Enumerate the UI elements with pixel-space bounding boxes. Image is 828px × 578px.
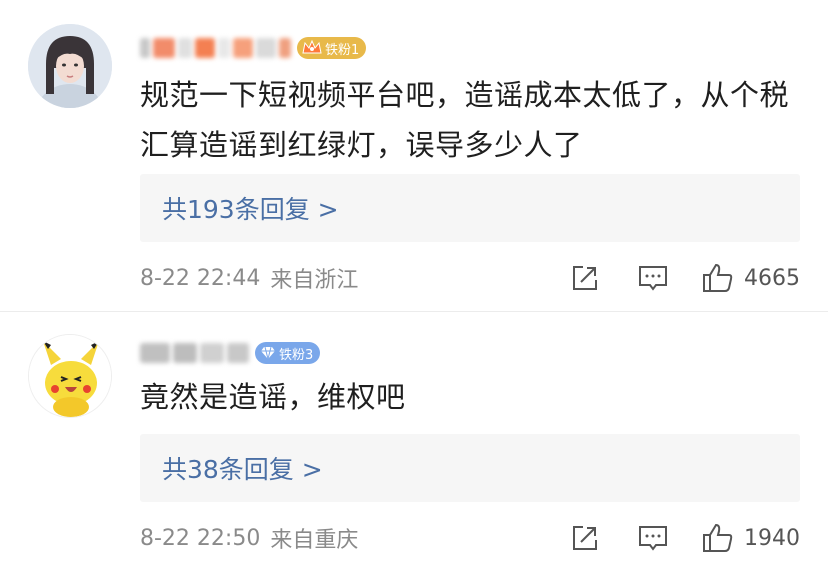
share-button[interactable] — [570, 263, 600, 293]
meta-row: 8-22 22:50 来自重庆 1940 — [140, 518, 800, 558]
timestamp: 8-22 22:44 — [140, 265, 261, 291]
diamond-icon — [261, 346, 275, 360]
share-button[interactable] — [570, 523, 600, 553]
avatar[interactable] — [28, 334, 112, 418]
comment-icon — [639, 526, 667, 551]
like-count: 1940 — [744, 525, 800, 551]
fan-badge[interactable]: 铁粉1 — [297, 37, 367, 59]
action-bar: 4665 — [570, 263, 800, 293]
fan-badge[interactable]: 铁粉3 — [255, 342, 321, 364]
replies-link[interactable]: 共193条回复 > — [140, 174, 800, 242]
user-row: 铁粉3 — [140, 338, 321, 368]
like-button[interactable]: 1940 — [702, 523, 800, 553]
comment-icon — [639, 266, 667, 291]
thumbs-up-icon — [703, 263, 733, 292]
badge-label: 铁粉3 — [279, 347, 314, 363]
comment-item: 铁粉3 竟然是造谣，维权吧 共38条回复 > 8-22 22:50 来自重庆 1… — [0, 312, 828, 578]
replies-link[interactable]: 共38条回复 > — [140, 434, 800, 502]
crown-icon — [302, 39, 322, 54]
share-icon — [573, 266, 597, 290]
meta-row: 8-22 22:44 来自浙江 4665 — [140, 258, 800, 298]
thumbs-up-icon — [703, 523, 733, 552]
like-button[interactable]: 4665 — [702, 263, 800, 293]
like-count: 4665 — [744, 265, 800, 291]
username-blurred[interactable] — [140, 35, 291, 61]
comment-text: 规范一下短视频平台吧，造谣成本太低了，从个税汇算造谣到红绿灯，误导多少人了 — [140, 78, 790, 162]
avatar[interactable] — [28, 24, 112, 108]
comment-button[interactable] — [638, 263, 668, 293]
location: 来自重庆 — [270, 528, 359, 553]
location: 来自浙江 — [270, 268, 359, 293]
badge-label: 铁粉1 — [325, 42, 360, 58]
username-blurred[interactable] — [140, 340, 249, 366]
share-icon — [573, 526, 597, 550]
action-bar: 1940 — [570, 523, 800, 553]
comment-text: 竟然是造谣，维权吧 — [140, 380, 406, 414]
timestamp: 8-22 22:50 — [140, 525, 261, 551]
user-row: 铁粉1 — [140, 33, 367, 63]
comment-button[interactable] — [638, 523, 668, 553]
comment-item: 铁粉1 规范一下短视频平台吧，造谣成本太低了，从个税汇算造谣到红绿灯，误导多少人… — [0, 0, 828, 312]
